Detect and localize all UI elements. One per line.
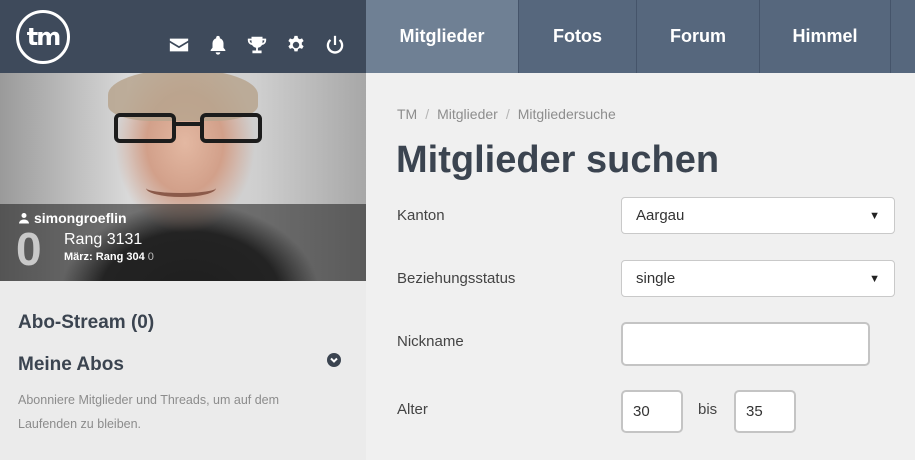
sidebar-header: tm [0, 0, 366, 73]
meine-abos-heading[interactable]: Meine Abos [18, 354, 124, 376]
username-text: simongroeflin [34, 210, 127, 226]
kanton-value: Aargau [636, 207, 685, 224]
power-icon[interactable] [324, 34, 346, 56]
main-nav: Mitglieder Fotos Forum Himmel [366, 0, 915, 73]
page-title: Mitglieder suchen [396, 139, 720, 181]
sidebar: tm simongroeflin 0 Rang 3131 März: Rang … [0, 0, 366, 460]
tab-himmel[interactable]: Himmel [760, 0, 891, 73]
month-label: März: [64, 251, 93, 263]
breadcrumb: TM / Mitglieder / Mitgliedersuche [397, 106, 616, 122]
alter-bis-label: bis [698, 401, 718, 418]
caret-down-icon: ▼ [869, 209, 880, 222]
breadcrumb-mitgliedersuche: Mitgliedersuche [517, 106, 616, 122]
rank-overall: Rang 3131 [64, 231, 143, 248]
beziehungsstatus-value: single [636, 270, 676, 287]
main-content: TM / Mitglieder / Mitgliedersuche Mitgli… [366, 73, 915, 460]
trophy-icon[interactable] [246, 34, 268, 56]
breadcrumb-separator: / [505, 106, 510, 122]
kanton-label: Kanton [397, 207, 445, 224]
month-rank: Rang 304 [95, 251, 145, 263]
abos-description: Abonniere Mitglieder und Threads, um auf… [18, 393, 280, 431]
points-count: 0 [16, 223, 42, 275]
beziehungsstatus-select[interactable]: single ▼ [621, 260, 895, 297]
alter-label: Alter [397, 401, 428, 418]
profile-photo-glasses [108, 113, 268, 145]
nickname-label: Nickname [397, 333, 464, 350]
profile-card[interactable]: simongroeflin 0 Rang 3131 März: Rang 304… [0, 73, 366, 281]
nickname-input[interactable] [621, 322, 870, 366]
chevron-down-icon[interactable] [327, 353, 341, 367]
tab-fotos[interactable]: Fotos [519, 0, 637, 73]
profile-overlay: simongroeflin 0 Rang 3131 März: Rang 304… [0, 204, 366, 281]
gear-icon[interactable] [285, 34, 307, 56]
month-points: 0 [147, 251, 154, 263]
caret-down-icon: ▼ [869, 272, 880, 285]
tab-forum[interactable]: Forum [637, 0, 760, 73]
alter-to-input[interactable]: 35 [734, 390, 796, 433]
bell-icon[interactable] [207, 34, 229, 56]
breadcrumb-separator: / [425, 106, 430, 122]
tab-mitglieder[interactable]: Mitglieder [366, 0, 519, 73]
envelope-icon[interactable] [168, 34, 190, 56]
breadcrumb-tm[interactable]: TM [397, 106, 417, 122]
kanton-select[interactable]: Aargau ▼ [621, 197, 895, 234]
profile-photo-mouth [146, 179, 216, 197]
abo-stream-link[interactable]: Abo-Stream (0) [18, 312, 154, 334]
alter-from-input[interactable]: 30 [621, 390, 683, 433]
beziehungsstatus-label: Beziehungsstatus [397, 270, 516, 287]
tm-logo[interactable]: tm [16, 10, 70, 64]
rank-month: März: Rang 304 0 [64, 251, 154, 263]
header-icons [168, 34, 346, 56]
breadcrumb-mitglieder[interactable]: Mitglieder [437, 106, 498, 122]
